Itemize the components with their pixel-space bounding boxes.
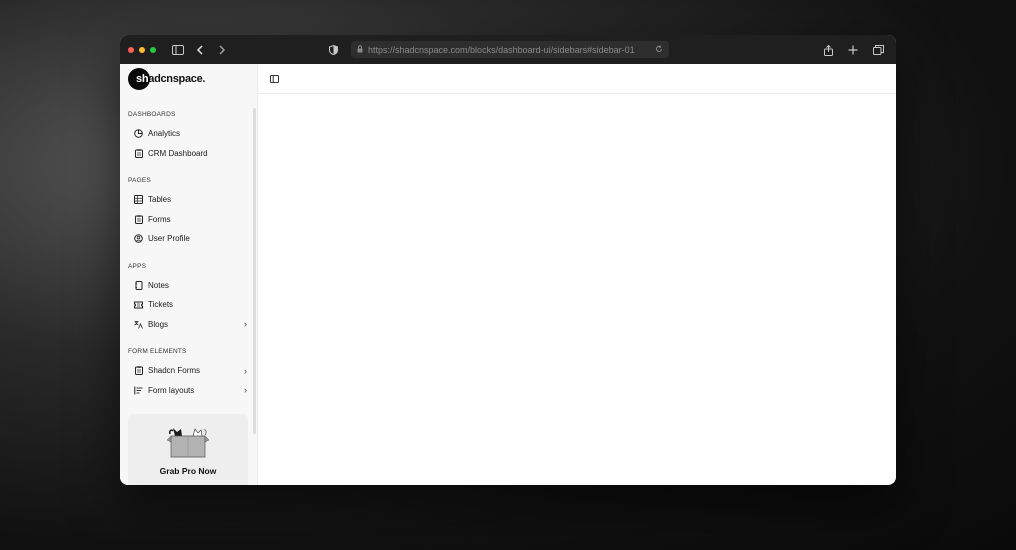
sidebar-item-tables[interactable]: Tables — [128, 190, 257, 210]
sidebar-item-label: Blogs — [148, 319, 169, 329]
maximize-window-button[interactable] — [150, 46, 156, 53]
promo-title: Grab Pro Now — [159, 466, 217, 476]
sidebar-item-crm-dashboard[interactable]: CRM Dashboard — [128, 144, 257, 164]
sidebar-item-shadcn-forms[interactable]: Shadcn Forms › — [128, 361, 257, 381]
section-title: FORM ELEMENTS — [128, 348, 187, 355]
reload-icon[interactable] — [655, 44, 663, 55]
translate-icon — [134, 320, 143, 329]
new-tab-icon[interactable] — [845, 42, 861, 58]
sidebar-item-label: Forms — [148, 214, 171, 224]
section-title: PAGES — [128, 177, 151, 184]
user-circle-icon — [134, 234, 143, 244]
sidebar-item-notes[interactable]: Notes — [128, 276, 257, 296]
promo-card[interactable]: Grab Pro Now — [128, 414, 248, 485]
clipboard-icon — [134, 149, 143, 158]
main-header — [258, 64, 896, 94]
chevron-right-icon: › — [244, 365, 247, 376]
main-content — [258, 64, 896, 485]
sidebar-item-label: Shadcn Forms — [148, 366, 201, 376]
sidebar-item-label: Tables — [148, 195, 172, 205]
section-form-elements: FORM ELEMENTS Shadcn Forms › Form layout… — [120, 348, 257, 400]
sidebar-item-forms[interactable]: Forms — [128, 210, 257, 230]
sidebar-item-label: CRM Dashboard — [148, 148, 208, 158]
sidebar: shadcnspace. DASHBOARDS Analytics CRM Da… — [120, 64, 258, 485]
close-window-button[interactable] — [128, 46, 134, 53]
sidebar-item-form-layouts[interactable]: Form layouts › — [128, 381, 257, 401]
chevron-right-icon: › — [244, 319, 247, 330]
chevron-right-icon: › — [244, 385, 247, 396]
cat-in-box-illustration — [165, 426, 211, 463]
forward-icon[interactable] — [214, 42, 230, 58]
sidebar-item-label: Analytics — [148, 129, 181, 139]
section-title: APPS — [128, 262, 147, 270]
panel-toggle-icon[interactable] — [270, 70, 279, 88]
browser-window: https://shadcnspace.com/blocks/dashboard… — [120, 35, 896, 485]
sidebar-item-analytics[interactable]: Analytics — [128, 124, 257, 144]
share-icon[interactable] — [820, 42, 836, 58]
minimize-window-button[interactable] — [139, 46, 145, 53]
traffic-lights — [128, 46, 156, 53]
logo-text: shadcnspace. — [136, 73, 206, 85]
shield-icon[interactable] — [325, 42, 341, 58]
pie-chart-icon — [134, 129, 143, 139]
sidebar-scrollbar[interactable] — [253, 108, 256, 434]
logo[interactable]: shadcnspace. — [120, 64, 257, 94]
url-text: https://shadcnspace.com/blocks/dashboard… — [368, 44, 635, 55]
section-apps: APPS Notes Tickets Blogs › — [120, 263, 257, 335]
clipboard-icon — [134, 366, 143, 376]
notes-icon — [134, 280, 143, 290]
lock-icon — [357, 44, 363, 55]
sidebar-item-label: Notes — [148, 280, 169, 290]
sidebar-item-label: Form layouts — [148, 385, 195, 395]
browser-toolbar: https://shadcnspace.com/blocks/dashboard… — [120, 35, 896, 64]
sidebar-item-label: Tickets — [148, 300, 174, 310]
sidebar-item-user-profile[interactable]: User Profile — [128, 229, 257, 249]
clipboard-icon — [134, 215, 143, 224]
ticket-icon — [134, 300, 143, 309]
sidebar-toggle-icon[interactable] — [170, 42, 186, 58]
address-bar[interactable]: https://shadcnspace.com/blocks/dashboard… — [351, 41, 669, 58]
table-icon — [134, 195, 143, 205]
section-pages: PAGES Tables Forms User Profile — [120, 177, 257, 249]
sidebar-item-tickets[interactable]: Tickets — [128, 295, 257, 315]
section-dashboards: DASHBOARDS Analytics CRM Dashboard — [120, 111, 257, 163]
layout-icon — [134, 386, 143, 395]
tabs-icon[interactable] — [870, 42, 886, 58]
sidebar-item-label: User Profile — [148, 234, 190, 244]
sidebar-item-blogs[interactable]: Blogs › — [128, 315, 257, 335]
section-title: DASHBOARDS — [128, 111, 176, 118]
back-icon[interactable] — [192, 42, 208, 58]
